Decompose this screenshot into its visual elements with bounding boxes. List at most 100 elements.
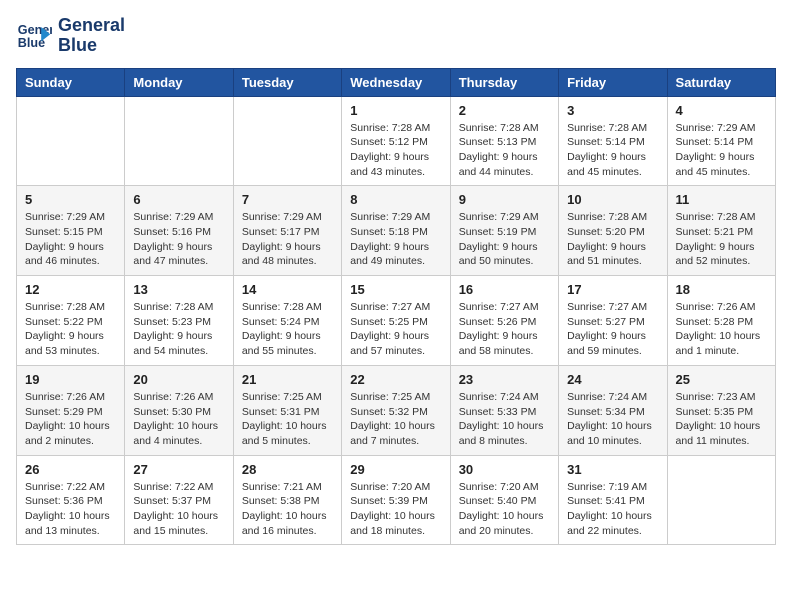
calendar-cell: 17 Sunrise: 7:27 AM Sunset: 5:27 PM Dayli… <box>559 276 667 366</box>
calendar-header-row: SundayMondayTuesdayWednesdayThursdayFrid… <box>17 68 776 96</box>
day-number: 21 <box>242 372 333 387</box>
day-number: 12 <box>25 282 116 297</box>
day-number: 2 <box>459 103 550 118</box>
calendar-week-4: 19 Sunrise: 7:26 AM Sunset: 5:29 PM Dayli… <box>17 365 776 455</box>
svg-text:Blue: Blue <box>18 36 45 50</box>
day-info: Sunrise: 7:25 AM Sunset: 5:32 PM Dayligh… <box>350 390 441 449</box>
calendar-cell: 9 Sunrise: 7:29 AM Sunset: 5:19 PM Daylig… <box>450 186 558 276</box>
calendar-cell: 4Sunrise: 7:29 AM Sunset: 5:14 PM Daylig… <box>667 96 775 186</box>
calendar-cell: 22 Sunrise: 7:25 AM Sunset: 5:32 PM Dayli… <box>342 365 450 455</box>
calendar-cell: 14 Sunrise: 7:28 AM Sunset: 5:24 PM Dayli… <box>233 276 341 366</box>
day-number: 23 <box>459 372 550 387</box>
day-info: Sunrise: 7:29 AM Sunset: 5:15 PM Dayligh… <box>25 210 116 269</box>
day-number: 14 <box>242 282 333 297</box>
day-info: Sunrise: 7:26 AM Sunset: 5:28 PM Dayligh… <box>676 300 767 359</box>
calendar-cell: 2 Sunrise: 7:28 AM Sunset: 5:13 PM Daylig… <box>450 96 558 186</box>
day-info: Sunrise: 7:28 AM Sunset: 5:12 PM Dayligh… <box>350 121 441 180</box>
day-number: 9 <box>459 192 550 207</box>
calendar-cell: 30 Sunrise: 7:20 AM Sunset: 5:40 PM Dayli… <box>450 455 558 545</box>
day-number: 31 <box>567 462 658 477</box>
calendar-cell: 15 Sunrise: 7:27 AM Sunset: 5:25 PM Dayli… <box>342 276 450 366</box>
day-info: Sunrise: 7:24 AM Sunset: 5:33 PM Dayligh… <box>459 390 550 449</box>
calendar-cell: 31 Sunrise: 7:19 AM Sunset: 5:41 PM Dayli… <box>559 455 667 545</box>
calendar-cell: 28Sunrise: 7:21 AM Sunset: 5:38 PM Dayli… <box>233 455 341 545</box>
calendar-table: SundayMondayTuesdayWednesdayThursdayFrid… <box>16 68 776 546</box>
calendar-cell: 18 Sunrise: 7:26 AM Sunset: 5:28 PM Dayli… <box>667 276 775 366</box>
day-number: 7 <box>242 192 333 207</box>
day-info: Sunrise: 7:29 AM Sunset: 5:18 PM Dayligh… <box>350 210 441 269</box>
calendar-cell: 29Sunrise: 7:20 AM Sunset: 5:39 PM Dayli… <box>342 455 450 545</box>
day-number: 30 <box>459 462 550 477</box>
day-info: Sunrise: 7:28 AM Sunset: 5:21 PM Dayligh… <box>676 210 767 269</box>
day-number: 27 <box>133 462 224 477</box>
day-info: Sunrise: 7:23 AM Sunset: 5:35 PM Dayligh… <box>676 390 767 449</box>
calendar-cell: 12 Sunrise: 7:28 AM Sunset: 5:22 PM Dayli… <box>17 276 125 366</box>
day-info: Sunrise: 7:26 AM Sunset: 5:29 PM Dayligh… <box>25 390 116 449</box>
calendar-week-3: 12 Sunrise: 7:28 AM Sunset: 5:22 PM Dayli… <box>17 276 776 366</box>
calendar-cell: 11 Sunrise: 7:28 AM Sunset: 5:21 PM Dayli… <box>667 186 775 276</box>
day-number: 4 <box>676 103 767 118</box>
calendar-cell: 6 Sunrise: 7:29 AM Sunset: 5:16 PM Daylig… <box>125 186 233 276</box>
calendar-cell: 25 Sunrise: 7:23 AM Sunset: 5:35 PM Dayli… <box>667 365 775 455</box>
calendar-cell: 8 Sunrise: 7:29 AM Sunset: 5:18 PM Daylig… <box>342 186 450 276</box>
day-info: Sunrise: 7:29 AM Sunset: 5:17 PM Dayligh… <box>242 210 333 269</box>
day-number: 8 <box>350 192 441 207</box>
day-info: Sunrise: 7:20 AM Sunset: 5:40 PM Dayligh… <box>459 480 550 539</box>
day-info: Sunrise: 7:28 AM Sunset: 5:23 PM Dayligh… <box>133 300 224 359</box>
day-number: 11 <box>676 192 767 207</box>
day-number: 6 <box>133 192 224 207</box>
day-info: Sunrise: 7:27 AM Sunset: 5:27 PM Dayligh… <box>567 300 658 359</box>
calendar-week-2: 5 Sunrise: 7:29 AM Sunset: 5:15 PM Daylig… <box>17 186 776 276</box>
day-number: 16 <box>459 282 550 297</box>
day-header-friday: Friday <box>559 68 667 96</box>
calendar-cell <box>233 96 341 186</box>
day-info: Sunrise: 7:19 AM Sunset: 5:41 PM Dayligh… <box>567 480 658 539</box>
day-number: 19 <box>25 372 116 387</box>
day-header-sunday: Sunday <box>17 68 125 96</box>
calendar-cell: 21Sunrise: 7:25 AM Sunset: 5:31 PM Dayli… <box>233 365 341 455</box>
day-info: Sunrise: 7:29 AM Sunset: 5:16 PM Dayligh… <box>133 210 224 269</box>
calendar-cell: 7 Sunrise: 7:29 AM Sunset: 5:17 PM Daylig… <box>233 186 341 276</box>
day-number: 13 <box>133 282 224 297</box>
calendar-cell: 20Sunrise: 7:26 AM Sunset: 5:30 PM Dayli… <box>125 365 233 455</box>
day-info: Sunrise: 7:27 AM Sunset: 5:26 PM Dayligh… <box>459 300 550 359</box>
day-number: 5 <box>25 192 116 207</box>
day-header-saturday: Saturday <box>667 68 775 96</box>
day-info: Sunrise: 7:29 AM Sunset: 5:19 PM Dayligh… <box>459 210 550 269</box>
day-header-monday: Monday <box>125 68 233 96</box>
day-number: 18 <box>676 282 767 297</box>
logo-icon: General Blue <box>16 18 52 54</box>
calendar-week-5: 26Sunrise: 7:22 AM Sunset: 5:36 PM Dayli… <box>17 455 776 545</box>
calendar-cell: 5 Sunrise: 7:29 AM Sunset: 5:15 PM Daylig… <box>17 186 125 276</box>
calendar-week-1: 1Sunrise: 7:28 AM Sunset: 5:12 PM Daylig… <box>17 96 776 186</box>
day-info: Sunrise: 7:28 AM Sunset: 5:22 PM Dayligh… <box>25 300 116 359</box>
calendar-cell: 10 Sunrise: 7:28 AM Sunset: 5:20 PM Dayli… <box>559 186 667 276</box>
day-number: 10 <box>567 192 658 207</box>
day-header-thursday: Thursday <box>450 68 558 96</box>
day-info: Sunrise: 7:28 AM Sunset: 5:20 PM Dayligh… <box>567 210 658 269</box>
day-number: 22 <box>350 372 441 387</box>
day-info: Sunrise: 7:28 AM Sunset: 5:24 PM Dayligh… <box>242 300 333 359</box>
calendar-cell: 23 Sunrise: 7:24 AM Sunset: 5:33 PM Dayli… <box>450 365 558 455</box>
day-info: Sunrise: 7:28 AM Sunset: 5:13 PM Dayligh… <box>459 121 550 180</box>
calendar-cell: 13 Sunrise: 7:28 AM Sunset: 5:23 PM Dayli… <box>125 276 233 366</box>
day-info: Sunrise: 7:27 AM Sunset: 5:25 PM Dayligh… <box>350 300 441 359</box>
day-info: Sunrise: 7:22 AM Sunset: 5:37 PM Dayligh… <box>133 480 224 539</box>
logo: General Blue General Blue <box>16 16 125 56</box>
day-number: 17 <box>567 282 658 297</box>
calendar-cell: 26Sunrise: 7:22 AM Sunset: 5:36 PM Dayli… <box>17 455 125 545</box>
calendar-cell: 3Sunrise: 7:28 AM Sunset: 5:14 PM Daylig… <box>559 96 667 186</box>
day-number: 25 <box>676 372 767 387</box>
calendar-cell: 24Sunrise: 7:24 AM Sunset: 5:34 PM Dayli… <box>559 365 667 455</box>
calendar-cell <box>17 96 125 186</box>
day-number: 15 <box>350 282 441 297</box>
day-number: 20 <box>133 372 224 387</box>
logo-text: General Blue <box>58 16 125 56</box>
day-number: 29 <box>350 462 441 477</box>
calendar-cell: 16 Sunrise: 7:27 AM Sunset: 5:26 PM Dayli… <box>450 276 558 366</box>
day-header-tuesday: Tuesday <box>233 68 341 96</box>
day-info: Sunrise: 7:21 AM Sunset: 5:38 PM Dayligh… <box>242 480 333 539</box>
calendar-cell: 1Sunrise: 7:28 AM Sunset: 5:12 PM Daylig… <box>342 96 450 186</box>
day-header-wednesday: Wednesday <box>342 68 450 96</box>
day-number: 24 <box>567 372 658 387</box>
